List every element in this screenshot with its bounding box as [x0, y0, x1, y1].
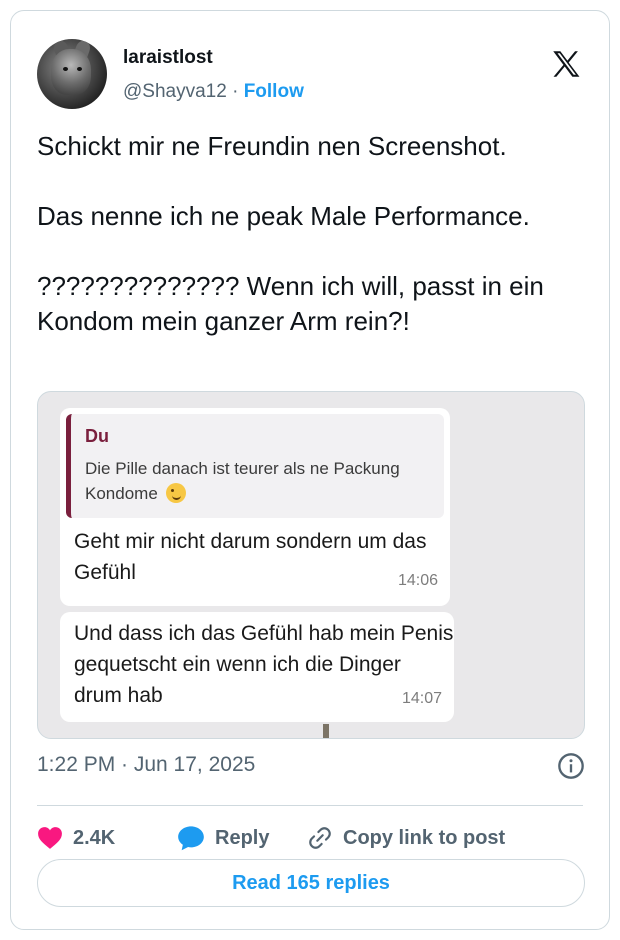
- avatar[interactable]: [37, 39, 107, 109]
- like-count: 2.4K: [73, 826, 116, 849]
- tweet-card: laraistlost @Shayva12 · Follow Schickt m…: [10, 10, 610, 930]
- copy-link-button[interactable]: Copy link to post: [307, 823, 505, 853]
- chat-message-1: Geht mir nicht darum sondern um das Gefü…: [74, 530, 427, 584]
- quoted-message: Du Die Pille danach ist teurer als ne Pa…: [66, 414, 444, 518]
- tweet-header: laraistlost @Shayva12 · Follow: [37, 33, 589, 113]
- quoted-text-wrap: Die Pille danach ist teurer als ne Packu…: [85, 456, 445, 506]
- divider: [37, 805, 583, 806]
- quoted-text: Die Pille danach ist teurer als ne Packu…: [85, 459, 400, 503]
- chat-bubble-2: Und dass ich das Gefühl hab mein Penis g…: [60, 612, 454, 722]
- handle-row: @Shayva12 · Follow: [123, 81, 304, 103]
- action-bar: 2.4K Reply Copy link to post: [37, 823, 597, 853]
- chat-scroll-indicator: [323, 724, 329, 738]
- read-replies-button[interactable]: Read 165 replies: [37, 859, 585, 907]
- reply-bubble-icon: [178, 826, 204, 851]
- message-time-2: 14:07: [401, 690, 442, 707]
- reply-label: Reply: [215, 826, 270, 849]
- x-logo-icon[interactable]: [549, 47, 583, 81]
- handle[interactable]: @Shayva12: [123, 81, 227, 102]
- like-button[interactable]: 2.4K: [37, 823, 115, 853]
- separator: ·: [232, 81, 239, 102]
- tweet-image[interactable]: Du Die Pille danach ist teurer als ne Pa…: [37, 391, 585, 739]
- display-name[interactable]: laraistlost: [123, 47, 213, 69]
- heart-icon: [38, 827, 62, 849]
- chat-message-2: Und dass ich das Gefühl hab mein Penis g…: [74, 622, 454, 707]
- copy-link-label: Copy link to post: [343, 826, 506, 849]
- tweet-text: Schickt mir ne Freundin nen Screenshot. …: [37, 131, 544, 336]
- chat-bubble-reply: Du Die Pille danach ist teurer als ne Pa…: [60, 408, 450, 606]
- post-timestamp[interactable]: 1:22 PM · Jun 17, 2025: [37, 753, 255, 777]
- winking-face-icon: [165, 483, 186, 503]
- info-icon[interactable]: [557, 752, 585, 780]
- quoted-author: Du: [85, 426, 109, 446]
- follow-button[interactable]: Follow: [244, 81, 304, 102]
- link-icon: [309, 827, 331, 849]
- message-time-1: 14:06: [397, 572, 438, 589]
- reply-button[interactable]: Reply: [177, 823, 269, 853]
